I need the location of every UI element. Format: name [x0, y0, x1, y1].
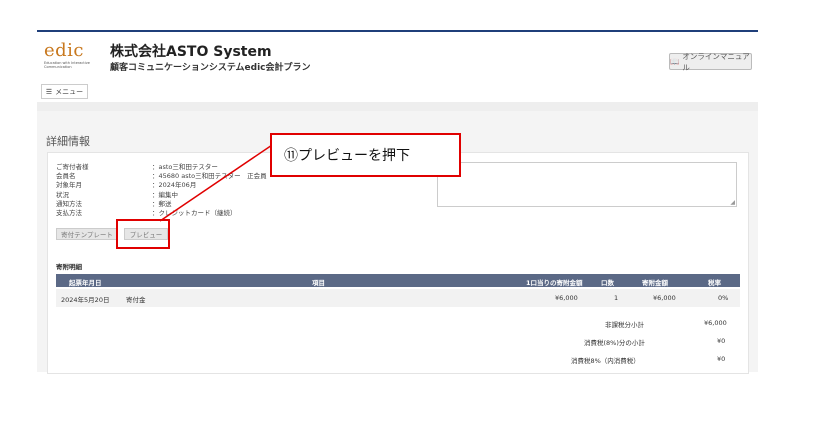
logo-subtitle: Education with Interactive Communication	[44, 61, 90, 70]
online-manual-button[interactable]: 📖 オンラインマニュアル	[669, 51, 752, 72]
donor-info: ご寄付者様 ：asto三和田テスター 会員名 ：45680 asto三和田テスター …	[56, 163, 267, 218]
logo-text: edic	[44, 40, 85, 61]
info-row-donor: ご寄付者様 ：asto三和田テスター	[56, 163, 218, 171]
online-manual-label: オンラインマニュアル	[682, 51, 750, 72]
summary-label: 消費税8%（内消費税）	[571, 357, 640, 365]
col-header-unit-amount: 1口当りの寄附金額	[526, 279, 583, 287]
cell-count: 1	[614, 294, 619, 302]
summary-value: ¥0	[717, 337, 726, 345]
summary-tax8-subtotal: 消費税(8%)分の小計 ¥0	[56, 337, 740, 347]
resize-handle-icon[interactable]: ◢	[730, 200, 735, 206]
col-header-tax-rate: 税率	[708, 279, 721, 287]
info-row-status: 状況 ：編集中	[56, 190, 178, 199]
summary-value: ¥6,000	[704, 319, 727, 327]
callout-text: ⑪プレビューを押下	[284, 148, 410, 164]
edic-logo[interactable]: edic Education with Interactive Communic…	[44, 42, 92, 76]
summary-label: 消費税(8%)分の小計	[584, 339, 645, 347]
detail-panel: ご寄付者様 ：asto三和田テスター 会員名 ：45680 asto三和田テスター …	[47, 152, 749, 374]
instruction-callout: ⑪プレビューを押下	[270, 133, 461, 177]
page-title: 詳細情報	[46, 135, 90, 148]
details-section-title: 寄附明細	[56, 263, 82, 271]
table-header: 起票年月日 項目 1口当りの寄附金額 口数 寄附金額 税率	[56, 274, 740, 287]
col-header-amount: 寄附金額	[642, 279, 668, 287]
info-row-notify: 通知方法 ：郵送	[56, 199, 172, 208]
info-row-month: 対象年月 ：2024年06月	[56, 181, 197, 190]
summary-nontaxable: 非課税分小計 ¥6,000	[56, 319, 740, 329]
cell-amount: ¥6,000	[653, 294, 676, 302]
cell-date: 2024年5月20日	[61, 296, 110, 304]
book-icon: 📖	[670, 57, 680, 66]
cell-tax-rate: 0%	[718, 294, 729, 302]
hamburger-icon: ☰	[45, 87, 53, 96]
menu-button[interactable]: ☰ メニュー	[41, 84, 88, 99]
summary-tax8-included: 消費税8%（内消費税） ¥0	[56, 355, 740, 365]
menu-label: メニュー	[55, 87, 84, 96]
info-row-payment: 支払方法 ：クレジットカード（継続）	[56, 209, 237, 218]
preview-highlight-box	[116, 219, 170, 249]
col-header-count: 口数	[601, 279, 614, 287]
memo-textarea[interactable]: ◢	[437, 162, 737, 207]
plan-name: 顧客コミュニケーションシステムedic会計プラン	[110, 63, 311, 73]
donation-template-button[interactable]: 寄付テンプレート	[56, 228, 118, 240]
header-divider	[37, 102, 758, 111]
cell-unit-amount: ¥6,000	[555, 294, 578, 302]
cell-item: 寄付金	[126, 296, 146, 304]
summary-value: ¥0	[717, 355, 726, 363]
col-header-date: 起票年月日	[69, 279, 102, 287]
app-window: edic Education with Interactive Communic…	[37, 32, 758, 374]
table-row[interactable]: 2024年5月20日 寄付金 ¥6,000 1 ¥6,000 0%	[56, 289, 740, 307]
col-header-item: 項目	[312, 279, 325, 287]
summary-label: 非課税分小計	[605, 321, 644, 329]
company-name: 株式会社ASTO System	[110, 44, 272, 60]
page-header: edic Education with Interactive Communic…	[37, 32, 758, 102]
